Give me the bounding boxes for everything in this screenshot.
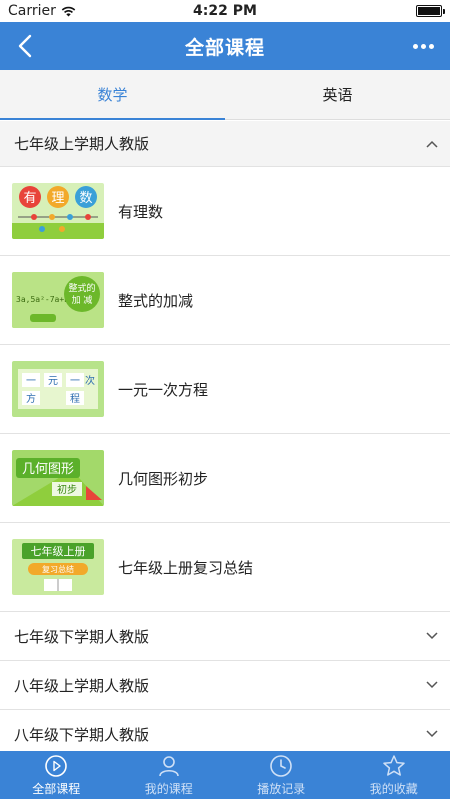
- svg-text:有: 有: [23, 191, 36, 206]
- tab-bar-label: 我的收藏: [369, 781, 418, 796]
- tab-bar-play-history[interactable]: 播放记录: [225, 751, 338, 799]
- subject-tabs: 数学 英语: [0, 70, 450, 120]
- section-header-grade7-term1[interactable]: 七年级上学期人教版: [0, 121, 450, 167]
- course-title: 有理数: [118, 202, 164, 221]
- geometry-thumbnail: 几何图形 初步: [12, 450, 104, 506]
- course-item-geometry[interactable]: 几何图形 初步 几何图形初步: [0, 434, 450, 523]
- bottom-tab-bar: 全部课程 我的课程 播放记录 我的收藏: [0, 751, 450, 799]
- clock-icon: [270, 754, 293, 777]
- wifi-icon: [61, 6, 76, 16]
- svg-text:复习总结: 复习总结: [42, 564, 74, 574]
- navigation-bar: 全部课程: [0, 22, 450, 70]
- tab-bar-all-courses[interactable]: 全部课程: [0, 751, 113, 799]
- course-item-polynomial[interactable]: 3a,5a²-7a+b 整式的 加 减 整式的加减: [0, 256, 450, 345]
- svg-text:程: 程: [70, 393, 80, 405]
- carrier-label: Carrier: [8, 3, 56, 19]
- tab-bar-label: 播放记录: [257, 781, 306, 796]
- section-title: 七年级上学期人教版: [14, 135, 150, 153]
- svg-text:一: 一: [70, 376, 80, 387]
- svg-text:加 减: 加 减: [72, 294, 93, 306]
- more-button[interactable]: [408, 30, 438, 62]
- svg-text:元: 元: [48, 376, 58, 387]
- rational-numbers-thumbnail: 有 理 数: [12, 183, 104, 239]
- tab-bar-label: 全部课程: [32, 781, 81, 796]
- course-title: 七年级上册复习总结: [118, 558, 254, 577]
- section-title: 八年级上学期人教版: [14, 676, 150, 695]
- svg-text:次: 次: [85, 374, 95, 387]
- review-thumbnail: 七年级上册 复习总结: [12, 539, 104, 595]
- chevron-up-icon: [426, 140, 438, 148]
- back-button[interactable]: [10, 30, 40, 62]
- tab-bar-my-courses[interactable]: 我的课程: [113, 751, 226, 799]
- svg-text:一: 一: [26, 376, 36, 387]
- tab-bar-label: 我的课程: [144, 781, 193, 796]
- status-bar: Carrier 4:22 PM: [0, 0, 450, 22]
- course-list: 七年级上学期人教版 有 理 数 有理数 3a,5a²-7a+b 整式的 加 减 …: [0, 121, 450, 751]
- more-dots-icon: [412, 43, 418, 49]
- section-header-grade7-term2[interactable]: 七年级下学期人教版: [0, 612, 450, 661]
- person-icon: [158, 755, 179, 776]
- course-title: 几何图形初步: [118, 469, 209, 488]
- tab-math[interactable]: 数学: [0, 70, 225, 120]
- course-item-review[interactable]: 七年级上册 复习总结 七年级上册复习总结: [0, 523, 450, 612]
- section-title: 八年级下学期人教版: [14, 725, 150, 744]
- svg-text:3a,5a²-7a+b: 3a,5a²-7a+b: [16, 295, 69, 304]
- course-item-rational-numbers[interactable]: 有 理 数 有理数: [0, 167, 450, 256]
- svg-text:七年级上册: 七年级上册: [31, 544, 86, 558]
- svg-text:方: 方: [26, 392, 36, 405]
- section-header-grade8-term2[interactable]: 八年级下学期人教版: [0, 710, 450, 751]
- chevron-down-icon: [426, 730, 438, 738]
- tab-english[interactable]: 英语: [225, 70, 450, 119]
- chevron-down-icon: [426, 681, 438, 689]
- chevron-left-icon: [18, 34, 32, 58]
- course-item-linear-equation[interactable]: 一 元 一 次 方 程 一元一次方程: [0, 345, 450, 434]
- tab-bar-favorites[interactable]: 我的收藏: [338, 751, 450, 799]
- svg-text:整式的: 整式的: [68, 282, 95, 294]
- svg-text:理: 理: [51, 191, 64, 206]
- page-title: 全部课程: [184, 36, 265, 59]
- svg-text:初步: 初步: [57, 483, 77, 496]
- svg-text:几何图形: 几何图形: [22, 461, 74, 477]
- svg-text:数: 数: [79, 191, 92, 206]
- linear-equation-thumbnail: 一 元 一 次 方 程: [12, 361, 104, 417]
- course-title: 整式的加减: [118, 291, 194, 310]
- star-icon: [383, 754, 405, 776]
- polynomial-thumbnail: 3a,5a²-7a+b 整式的 加 减: [12, 272, 104, 328]
- section-header-grade8-term1[interactable]: 八年级上学期人教版: [0, 661, 450, 710]
- battery-icon: [416, 5, 445, 17]
- section-title: 七年级下学期人教版: [14, 627, 150, 646]
- course-title: 一元一次方程: [118, 380, 209, 399]
- play-circle-icon: [45, 754, 68, 777]
- chevron-down-icon: [426, 632, 438, 640]
